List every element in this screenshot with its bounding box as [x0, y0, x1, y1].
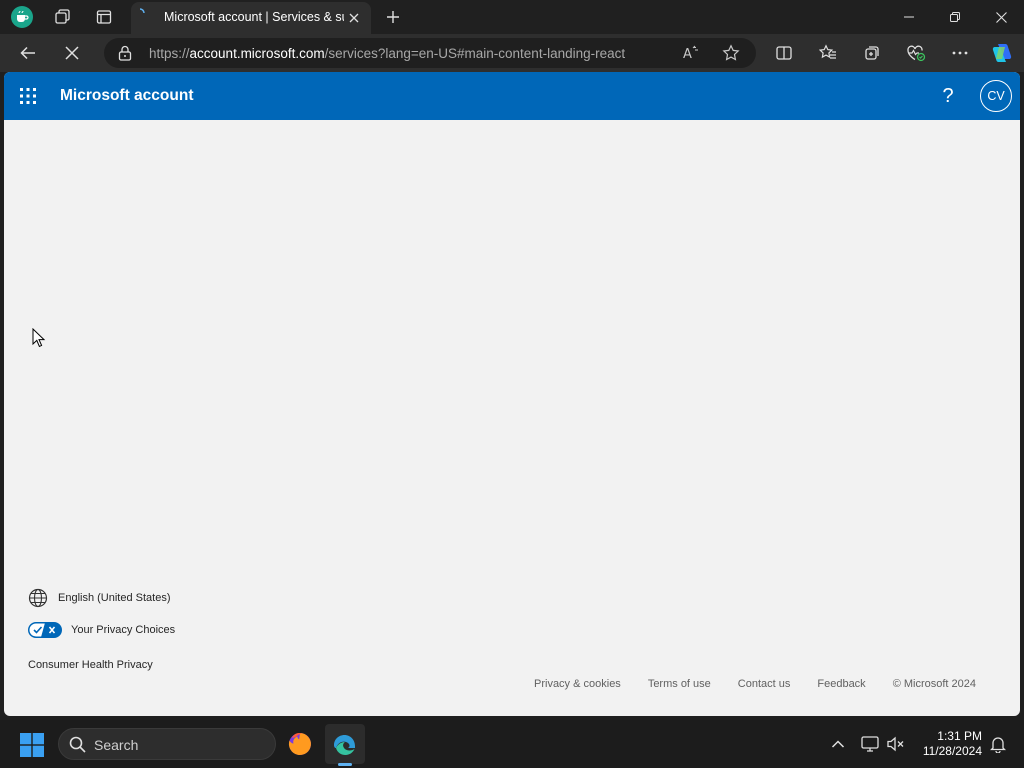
loading-spinner-icon: [139, 8, 145, 14]
globe-icon: [28, 588, 48, 608]
avatar[interactable]: CV: [980, 80, 1012, 112]
more-options-icon[interactable]: [946, 39, 974, 67]
profile-icon[interactable]: [10, 5, 34, 29]
network-icon[interactable]: [858, 732, 882, 756]
language-selector[interactable]: English (United States): [28, 587, 171, 609]
browser-title-bar: Microsoft account | Services & subscript…: [0, 0, 1024, 34]
tab-title: Microsoft account | Services & subscript…: [164, 10, 344, 24]
restore-icon[interactable]: [932, 0, 978, 34]
browser-essentials-icon[interactable]: [902, 39, 930, 67]
app-launcher-icon[interactable]: [18, 86, 38, 106]
volume-muted-icon[interactable]: [884, 732, 908, 756]
workspaces-icon[interactable]: [50, 5, 74, 29]
tab-actions-icon[interactable]: [92, 5, 116, 29]
language-label: English (United States): [58, 592, 171, 604]
edge-icon[interactable]: [325, 724, 365, 764]
clock-time: 1:31 PM: [937, 729, 982, 743]
clock[interactable]: 1:31 PM 11/28/2024: [912, 729, 982, 759]
privacy-choices-label: Your Privacy Choices: [71, 624, 176, 636]
address-bar[interactable]: https://account.microsoft.com/services?l…: [104, 38, 756, 68]
split-screen-icon[interactable]: [770, 39, 798, 67]
notification-bell-icon[interactable]: [986, 732, 1010, 756]
mouse-cursor-icon: [32, 328, 46, 348]
windows-start-icon[interactable]: [20, 733, 44, 757]
read-aloud-icon[interactable]: A: [682, 44, 700, 62]
firefox-icon[interactable]: [280, 724, 320, 764]
back-icon[interactable]: [14, 39, 42, 67]
copilot-icon[interactable]: [988, 39, 1016, 67]
stop-loading-icon[interactable]: [58, 39, 86, 67]
clock-date: 11/28/2024: [922, 744, 982, 758]
url-text: https://account.microsoft.com/services?l…: [149, 46, 626, 61]
copyright-text: © Microsoft 2024: [892, 678, 976, 690]
privacy-cookies-link[interactable]: Privacy & cookies: [534, 678, 621, 690]
svg-text:A: A: [683, 47, 692, 62]
lock-icon[interactable]: [118, 45, 132, 61]
search-label: Search: [94, 737, 139, 753]
privacy-choices-link[interactable]: Your Privacy Choices: [28, 620, 175, 640]
page-viewport: Microsoft account ? CV English (United S…: [4, 72, 1020, 716]
new-tab-icon[interactable]: [381, 5, 405, 29]
minimize-icon[interactable]: [886, 0, 932, 34]
chevron-up-icon[interactable]: [826, 732, 850, 756]
help-button[interactable]: ?: [936, 84, 960, 108]
favorite-star-icon[interactable]: [722, 44, 740, 62]
contact-us-link[interactable]: Contact us: [738, 678, 791, 690]
footer-links: Privacy & cookies Terms of use Contact u…: [534, 678, 976, 690]
search-icon: [69, 736, 86, 753]
active-tab[interactable]: Microsoft account | Services & subscript…: [131, 2, 371, 34]
tab-close-icon[interactable]: [345, 9, 363, 27]
privacy-choices-toggle-icon: [28, 622, 62, 638]
favorites-icon[interactable]: [814, 39, 842, 67]
taskbar-search[interactable]: Search: [58, 728, 276, 760]
active-app-indicator: [338, 763, 352, 766]
close-window-icon[interactable]: [978, 0, 1024, 34]
collections-icon[interactable]: [858, 39, 886, 67]
page-title[interactable]: Microsoft account: [60, 87, 193, 105]
terms-of-use-link[interactable]: Terms of use: [648, 678, 711, 690]
feedback-link[interactable]: Feedback: [817, 678, 865, 690]
consumer-health-privacy-link[interactable]: Consumer Health Privacy: [28, 659, 153, 671]
windows-taskbar: Search 1:31 PM 11/28/2024: [0, 720, 1024, 768]
ms-account-header: Microsoft account ? CV: [4, 72, 1020, 120]
